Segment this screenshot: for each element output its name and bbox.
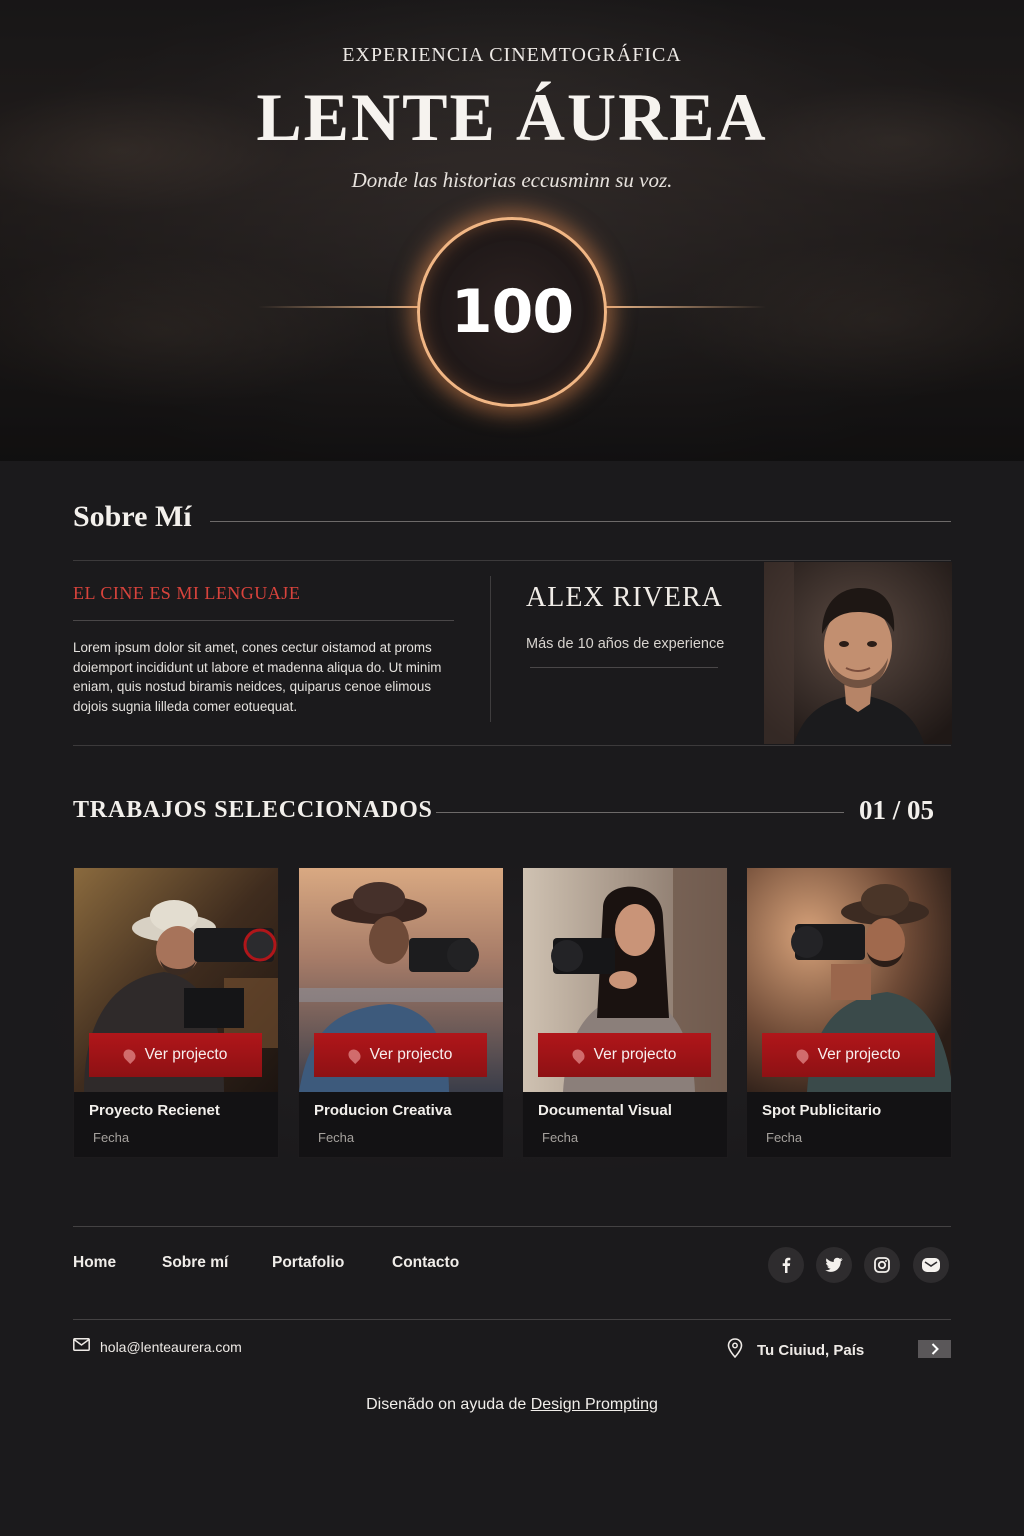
view-project-button[interactable]: Ver projecto [762, 1033, 935, 1077]
view-project-label: Ver projecto [144, 1046, 228, 1063]
credit-link[interactable]: Design Prompting [531, 1396, 658, 1413]
hero-eyebrow: EXPERIENCIA CINEMTOGRÁFICA [342, 44, 682, 66]
work-card-date: Fecha [93, 1130, 130, 1145]
view-project-button[interactable]: Ver projecto [538, 1033, 711, 1077]
about-heading-rule [210, 521, 951, 522]
contact-location: Tu Ciuiud, País [727, 1338, 864, 1363]
nav-link-contact[interactable]: Contacto [392, 1254, 459, 1272]
facebook-icon[interactable] [768, 1247, 804, 1283]
view-project-label: Ver projecto [817, 1046, 901, 1063]
work-card-title: Spot Publicitario [762, 1102, 882, 1119]
profile-rule [530, 667, 718, 668]
work-card-date: Fecha [766, 1130, 803, 1145]
footer-top-rule [73, 1226, 951, 1227]
about-heading: Sobre Mí [73, 500, 192, 533]
footer-bottom-rule [73, 1319, 951, 1320]
nav-link-about[interactable]: Sobre mí [162, 1254, 228, 1272]
about-divider [490, 576, 491, 722]
twitter-icon[interactable] [816, 1247, 852, 1283]
location-pin-icon [727, 1338, 743, 1363]
ring-glow-line-right [606, 306, 766, 308]
nav-link-home[interactable]: Home [73, 1254, 116, 1272]
mail-icon[interactable] [913, 1247, 949, 1283]
instagram-icon[interactable] [864, 1247, 900, 1283]
about-subheading-rule [73, 620, 454, 621]
location-pin-icon [345, 1046, 363, 1064]
work-card-title: Documental Visual [538, 1102, 672, 1119]
chevron-right-icon [931, 1343, 939, 1355]
work-card[interactable]: Ver projecto Spot Publicitario Fecha [746, 867, 952, 1158]
glowing-ring-badge: 100 [417, 217, 607, 407]
work-card-title: Producion Creativa [314, 1102, 452, 1119]
profile-name: ALEX RIVERA [526, 582, 723, 613]
envelope-icon [73, 1338, 90, 1356]
view-project-label: Ver projecto [369, 1046, 453, 1063]
footer-credit: Disenãdo on ayuda de Design Prompting [0, 1396, 1024, 1414]
view-project-button[interactable]: Ver projecto [314, 1033, 487, 1077]
works-counter: 01 / 05 [859, 795, 935, 825]
view-project-label: Ver projecto [593, 1046, 677, 1063]
ring-glow-line-left [258, 306, 418, 308]
location-pin-icon [120, 1046, 138, 1064]
about-body-text: Lorem ipsum dolor sit amet, cones cectur… [73, 640, 442, 714]
works-heading: TRABAJOS SELECCIONADOS [73, 797, 433, 823]
work-card-date: Fecha [318, 1130, 355, 1145]
profile-experience: Más de 10 años de experience [526, 636, 725, 652]
work-card[interactable]: Ver projecto Documental Visual Fecha [522, 867, 728, 1158]
location-pin-icon [793, 1046, 811, 1064]
nav-link-portfolio[interactable]: Portafolio [272, 1254, 344, 1272]
work-card-title: Proyecto Recienet [89, 1102, 220, 1119]
location-pin-icon [569, 1046, 587, 1064]
location-text: Tu Ciuiud, País [757, 1342, 865, 1359]
badge-number: 100 [450, 277, 574, 347]
email-address: hola@lenteaurera.com [100, 1339, 242, 1355]
work-card-date: Fecha [542, 1130, 579, 1145]
contact-email[interactable]: hola@lenteaurera.com [73, 1338, 242, 1356]
site-title: LENTE ÁUREA [256, 79, 768, 155]
about-subheading: EL CINE ES MI LENGUAJE [73, 583, 301, 603]
credit-prefix: Disenãdo on ayuda de [366, 1396, 527, 1413]
works-heading-rule [436, 812, 844, 813]
view-project-button[interactable]: Ver projecto [89, 1033, 262, 1077]
work-card[interactable]: Ver projecto Producion Creativa Fecha [298, 867, 504, 1158]
profile-portrait [764, 562, 952, 744]
work-card[interactable]: Ver projecto Proyecto Recienet Fecha [73, 867, 279, 1158]
hero-tagline: Donde las historias eccusminn su voz. [351, 168, 673, 192]
hero-banner: EXPERIENCIA CINEMTOGRÁFICA LENTE ÁUREA D… [0, 0, 1024, 461]
next-arrow-button[interactable] [918, 1340, 951, 1358]
